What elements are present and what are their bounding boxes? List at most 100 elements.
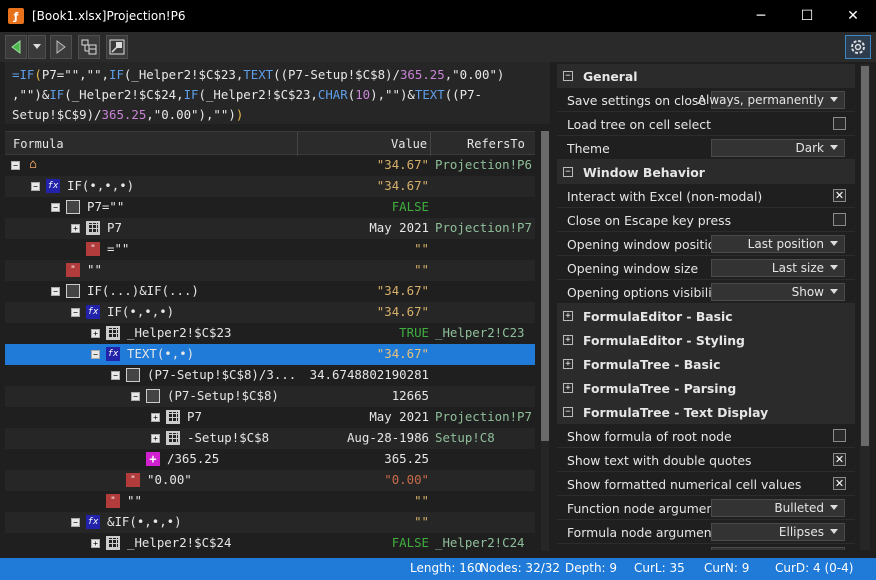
tree-view-button[interactable]: [78, 35, 100, 59]
option-dropdown[interactable]: Last position: [711, 235, 845, 253]
option-category[interactable]: + FormulaTree - Parsing: [557, 376, 855, 400]
collapse-toggle-icon[interactable]: −: [31, 182, 40, 191]
option-dropdown[interactable]: Last size: [711, 259, 845, 277]
collapse-toggle-icon[interactable]: −: [71, 308, 80, 317]
expand-toggle-icon[interactable]: +: [563, 335, 573, 345]
operation-icon: [66, 200, 80, 214]
option-category[interactable]: − General: [557, 64, 855, 88]
function-icon: fx: [86, 305, 100, 319]
options-scrollbar-thumb[interactable]: [861, 66, 869, 446]
node-label: IF(•,•,•): [107, 304, 175, 319]
tree-row[interactable]: − (P7-Setup!$C$8) 12665: [5, 386, 535, 407]
column-header-refers-to[interactable]: RefersTo: [467, 137, 525, 151]
tree-row[interactable]: − fx &IF(•,•,•) "": [5, 512, 535, 533]
tree-row[interactable]: − ⌂ "34.67" Projection!P6: [5, 155, 535, 176]
option-dropdown[interactable]: Always, permanently: [698, 91, 845, 109]
checkbox-checked[interactable]: ✕: [833, 453, 846, 466]
forward-button[interactable]: [50, 35, 72, 59]
maximize-button[interactable]: ☐: [784, 0, 830, 32]
text-constant-icon: ": [66, 263, 80, 277]
formula-line: ,"")&IF(_Helper2!$C$24,IF(_Helper2!$C$23…: [12, 85, 543, 105]
history-dropdown-button[interactable]: [28, 35, 46, 59]
formula-editor[interactable]: =IF(P7="","",IF(_Helper2!$C$23,TEXT((P7-…: [5, 62, 550, 124]
column-header-formula[interactable]: Formula: [13, 137, 64, 151]
expand-toggle-icon[interactable]: +: [91, 539, 100, 548]
tree-row[interactable]: + _Helper2!$C$24 FALSE _Helper2!C24: [5, 533, 535, 551]
close-button[interactable]: ✕: [830, 0, 876, 32]
operation-icon: [126, 368, 140, 382]
option-category[interactable]: + FormulaEditor - Styling: [557, 328, 855, 352]
node-refers-to: _Helper2!C23: [435, 325, 525, 340]
checkbox-unchecked[interactable]: [833, 213, 846, 226]
option-category[interactable]: + FormulaEditor - Basic: [557, 304, 855, 328]
node-value: May 2021: [369, 220, 429, 235]
tree-row[interactable]: " ="" "": [5, 239, 535, 260]
formula-token: IF: [109, 67, 124, 82]
option-label: Formula node arguments: [567, 525, 723, 540]
tree-row[interactable]: − P7="" FALSE: [5, 197, 535, 218]
collapse-toggle-icon[interactable]: −: [563, 71, 573, 81]
tree-row[interactable]: " "0.00" "0.00": [5, 470, 535, 491]
tree-row[interactable]: − fx IF(•,•,•) "34.67": [5, 302, 535, 323]
node-label: P7: [107, 220, 122, 235]
tree-scrollbar-thumb[interactable]: [541, 131, 549, 441]
tree-row[interactable]: − IF(...)&IF(...) "34.67": [5, 281, 535, 302]
option-dropdown[interactable]: Ellipses: [711, 523, 845, 541]
formula-token: ((P7-: [444, 87, 483, 102]
tree-row[interactable]: − (P7-Setup!$C$8)/3... 34.6748802190281: [5, 365, 535, 386]
collapse-toggle-icon[interactable]: −: [91, 350, 100, 359]
checkbox-unchecked[interactable]: [833, 429, 846, 442]
tree-row[interactable]: + /365.25 365.25: [5, 449, 535, 470]
option-category[interactable]: + FormulaTree - Basic: [557, 352, 855, 376]
tree-row[interactable]: + P7 May 2021 Projection!P7: [5, 218, 535, 239]
expand-toggle-icon[interactable]: +: [151, 413, 160, 422]
tree-row[interactable]: + P7 May 2021 Projection!P7: [5, 407, 535, 428]
settings-button[interactable]: [845, 35, 871, 59]
node-value: "34.67": [376, 157, 429, 172]
node-label: "": [127, 493, 142, 508]
option-label: FormulaTree - Basic: [583, 357, 721, 372]
column-header-value[interactable]: Value: [391, 137, 427, 151]
node-label: TEXT(•,•): [127, 346, 195, 361]
collapse-toggle-icon[interactable]: −: [131, 392, 140, 401]
collapse-toggle-icon[interactable]: −: [71, 518, 80, 527]
expand-toggle-icon[interactable]: +: [91, 329, 100, 338]
option-row: [557, 544, 855, 550]
collapse-toggle-icon[interactable]: −: [51, 287, 60, 296]
option-category[interactable]: − Window Behavior: [557, 160, 855, 184]
checkbox-checked[interactable]: ✕: [833, 477, 846, 490]
expand-view-button[interactable]: [106, 35, 128, 59]
node-label: "0.00": [147, 472, 192, 487]
tree-row[interactable]: + -Setup!$C$8 Aug-28-1986 Setup!C8: [5, 428, 535, 449]
node-label: _Helper2!$C$24: [127, 535, 232, 550]
tree-row[interactable]: + _Helper2!$C$23 TRUE _Helper2!C23: [5, 323, 535, 344]
app-logo-icon: ƒ: [8, 8, 24, 24]
collapse-toggle-icon[interactable]: −: [111, 371, 120, 380]
formula-token: TEXT: [414, 87, 445, 102]
checkbox-unchecked[interactable]: [833, 117, 846, 130]
expand-toggle-icon[interactable]: +: [151, 434, 160, 443]
tree-row[interactable]: − fx IF(•,•,•) "34.67": [5, 176, 535, 197]
tree-row[interactable]: " "" "": [5, 260, 535, 281]
tree-row[interactable]: " "" "": [5, 491, 535, 512]
expand-toggle-icon[interactable]: +: [71, 224, 80, 233]
node-value: "": [414, 493, 429, 508]
node-value: "34.67": [376, 283, 429, 298]
collapse-toggle-icon[interactable]: −: [563, 167, 573, 177]
collapse-toggle-icon[interactable]: −: [11, 161, 20, 170]
option-dropdown[interactable]: Show: [711, 283, 845, 301]
back-button[interactable]: [5, 35, 27, 59]
option-dropdown[interactable]: Dark: [711, 139, 845, 157]
option-dropdown[interactable]: [711, 547, 845, 550]
tree-row[interactable]: − fx TEXT(•,•) "34.67": [5, 344, 535, 365]
expand-toggle-icon[interactable]: +: [563, 311, 573, 321]
collapse-toggle-icon[interactable]: −: [51, 203, 60, 212]
option-category[interactable]: − FormulaTree - Text Display: [557, 400, 855, 424]
formula-token: ,"0.00"),""): [146, 107, 236, 122]
expand-toggle-icon[interactable]: +: [563, 359, 573, 369]
option-dropdown[interactable]: Bulleted: [711, 499, 845, 517]
expand-toggle-icon[interactable]: +: [563, 383, 573, 393]
minimize-button[interactable]: ─: [738, 0, 784, 32]
checkbox-checked[interactable]: ✕: [833, 189, 846, 202]
collapse-toggle-icon[interactable]: −: [563, 407, 573, 417]
